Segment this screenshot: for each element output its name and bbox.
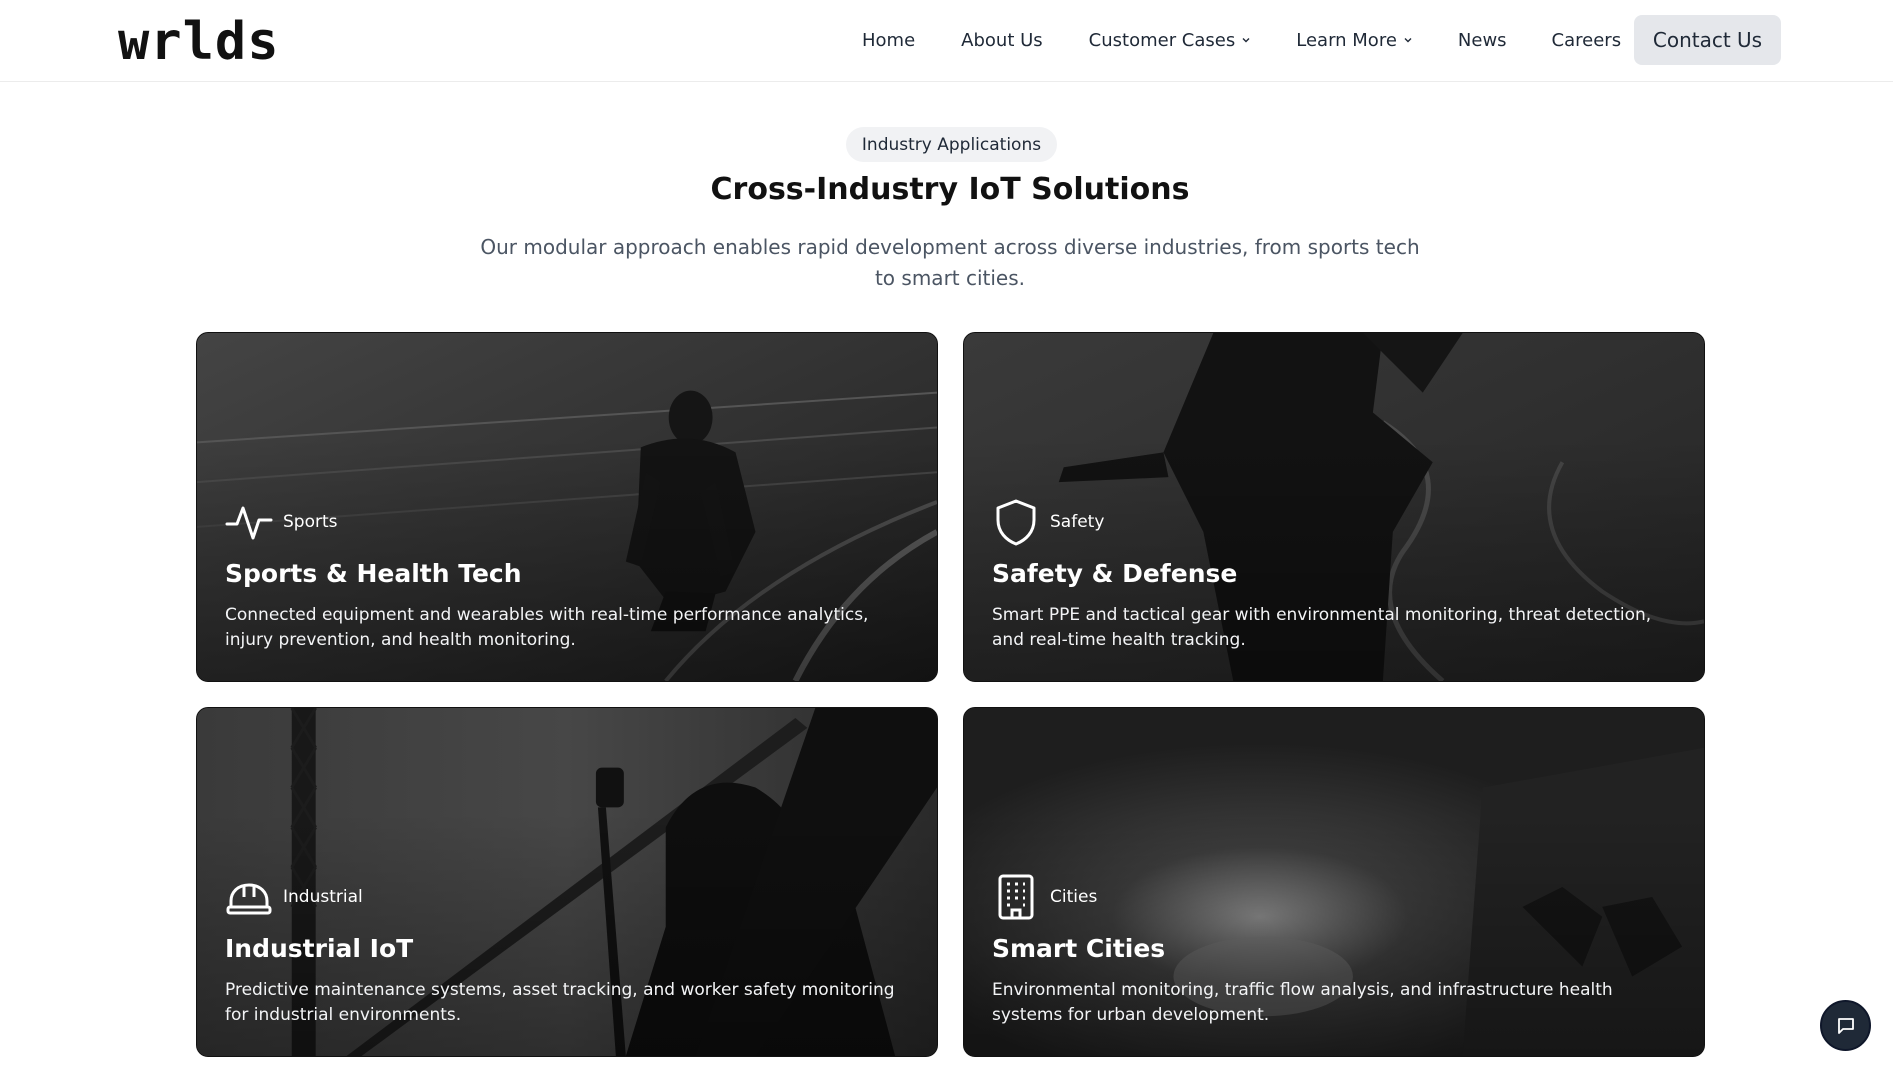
industry-card-industrial[interactable]: Industrial Industrial IoT Predictive mai…: [196, 707, 938, 1057]
card-tag: Safety: [992, 498, 1104, 546]
card-title: Smart Cities: [992, 934, 1166, 963]
chevron-down-icon: [1404, 38, 1412, 43]
main-nav: Home About Us Customer Cases Learn More …: [862, 15, 1621, 65]
chevron-down-icon: [1242, 38, 1250, 43]
nav-news[interactable]: News: [1458, 30, 1507, 51]
building-icon: [998, 874, 1034, 920]
nav-careers[interactable]: Careers: [1552, 30, 1622, 51]
card-title: Sports & Health Tech: [225, 559, 522, 588]
card-tag-label: Safety: [1050, 512, 1105, 532]
card-tag-label: Cities: [1050, 887, 1098, 907]
card-description: Connected equipment and wearables with r…: [225, 605, 869, 650]
industry-card-safety[interactable]: Safety Safety & Defense Smart PPE and ta…: [963, 332, 1705, 682]
logo[interactable]: wrlds: [118, 14, 280, 70]
section-title: Cross-Industry IoT Solutions: [710, 172, 1190, 207]
card-description: Predictive maintenance systems, asset tr…: [225, 980, 895, 1025]
activity-icon: [225, 506, 273, 540]
hard-hat-icon: [226, 883, 272, 915]
nav-home-label: Home: [862, 29, 916, 51]
card-tag-label: Industrial: [283, 887, 363, 907]
nav-home[interactable]: Home: [862, 30, 915, 51]
chat-button[interactable]: [1820, 1000, 1871, 1051]
industry-card-cities[interactable]: Cities Smart Cities Environmental monito…: [963, 707, 1705, 1057]
nav-careers-label: Careers: [1551, 29, 1622, 51]
industry-card-sports[interactable]: Sports Sports & Health Tech Connected eq…: [196, 332, 938, 682]
nav-learn-more-label: Learn More: [1296, 29, 1397, 51]
nav-learn-more[interactable]: Learn More: [1296, 30, 1413, 51]
nav-customer-cases[interactable]: Customer Cases: [1089, 30, 1252, 51]
site-header: wrlds Home About Us Customer Cases Learn…: [0, 0, 1893, 82]
shield-icon: [996, 499, 1036, 546]
nav-customer-cases-label: Customer Cases: [1088, 29, 1236, 51]
card-description: Environmental monitoring, traffic flow a…: [992, 980, 1613, 1025]
section-subtitle: Our modular approach enables rapid devel…: [480, 235, 1420, 290]
card-tag: Sports: [225, 498, 338, 546]
chat-bubble-icon: [1837, 1017, 1854, 1034]
card-tag: Cities: [992, 873, 1097, 921]
card-description: Smart PPE and tactical gear with environ…: [992, 605, 1652, 650]
card-tag-label: Sports: [283, 512, 338, 532]
card-title: Industrial IoT: [225, 934, 414, 963]
contact-button[interactable]: Contact Us: [1634, 15, 1781, 65]
card-title: Safety & Defense: [992, 559, 1238, 588]
card-tag: Industrial: [225, 873, 363, 921]
nav-news-label: News: [1457, 29, 1507, 51]
nav-about-label: About Us: [961, 29, 1043, 51]
section-badge: Industry Applications: [846, 127, 1057, 162]
nav-about[interactable]: About Us: [961, 30, 1043, 51]
